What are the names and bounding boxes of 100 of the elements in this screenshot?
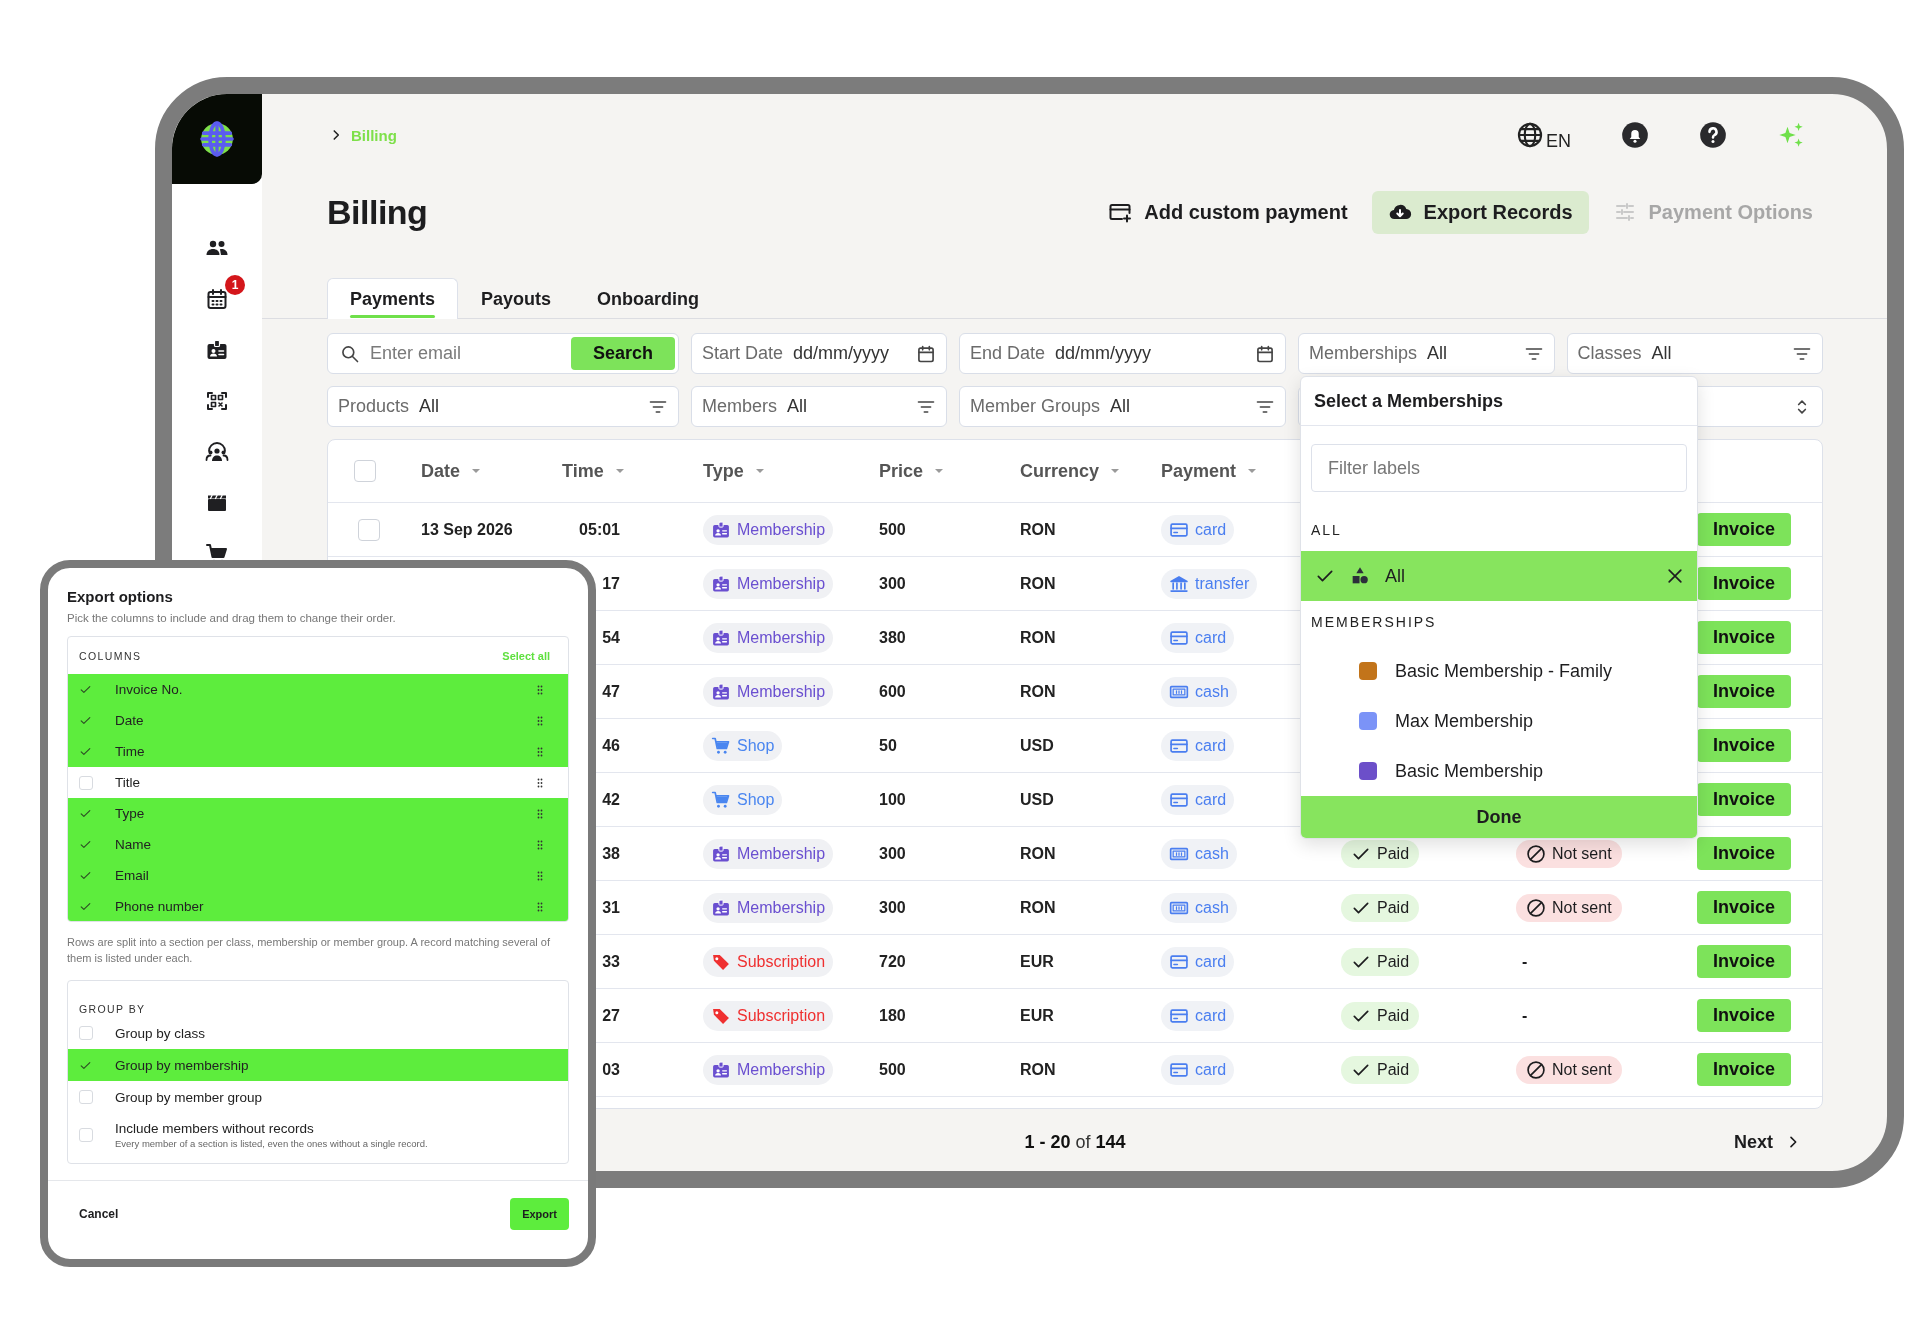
column-header[interactable]: Time [562, 460, 628, 482]
next-button[interactable]: Next [1734, 1131, 1801, 1153]
action-button[interactable]: Add custom payment [1108, 190, 1348, 234]
column-option[interactable]: Type [68, 798, 568, 829]
section-heading: COLUMNS [79, 649, 142, 662]
column-header[interactable]: Payment [1161, 460, 1261, 482]
invoice-button[interactable]: Invoice [1697, 729, 1792, 762]
language-button[interactable]: EN [1516, 121, 1571, 149]
search-field[interactable]: Enter email Search [327, 333, 679, 374]
checkbox[interactable] [79, 775, 93, 790]
date-field[interactable]: Start Date dd/mm/yyyy [691, 333, 947, 374]
payment-tag: card [1161, 784, 1235, 815]
invoice-button[interactable]: Invoice [1697, 945, 1792, 978]
cart-icon [711, 735, 731, 756]
clear-button[interactable] [1665, 566, 1685, 586]
paid-status: Paid [1341, 893, 1420, 922]
checkbox[interactable] [79, 1026, 93, 1040]
checkbox[interactable] [79, 1090, 93, 1104]
table-cell: 500 [879, 1060, 906, 1079]
column-option[interactable]: Email [68, 860, 568, 891]
table-cell: EUR [1020, 952, 1054, 971]
prohibited-icon [1526, 843, 1546, 864]
dialog-subtitle: Pick the columns to include and drag them to change their order. [67, 612, 397, 624]
column-option[interactable]: Time [68, 736, 568, 767]
tab[interactable]: Onboarding [574, 278, 723, 319]
id-badge-icon [711, 1059, 731, 1080]
filter-input[interactable]: Filter labels [1311, 444, 1687, 492]
invoice-button[interactable]: Invoice [1697, 621, 1792, 654]
payment-tag: card [1161, 946, 1235, 977]
column-option[interactable]: Invoice No. [68, 674, 568, 705]
checkbox[interactable] [354, 460, 376, 482]
column-header[interactable]: Currency [1020, 460, 1124, 482]
invoice-button[interactable]: Invoice [1697, 513, 1792, 546]
search-button[interactable]: Search [570, 337, 675, 370]
table-cell-text: 27 [601, 1006, 620, 1025]
invoice-button[interactable]: Invoice [1697, 837, 1792, 870]
invoice-button[interactable]: Invoice [1697, 1053, 1792, 1086]
globe-icon [1516, 121, 1544, 149]
checkbox[interactable] [358, 518, 380, 541]
group-option[interactable]: Group by member group [68, 1081, 568, 1113]
table-cell: RON [1020, 1060, 1056, 1079]
option-item[interactable]: Max Membership [1301, 696, 1697, 746]
filter-dropdown[interactable]: Products All [327, 386, 679, 427]
column-option[interactable]: Name [68, 829, 568, 860]
table-cell: 500 [879, 520, 906, 539]
column-header[interactable]: Price [879, 460, 948, 482]
payment-tag: card [1161, 730, 1235, 761]
group-option[interactable]: Include members without records Every member of a section is listed, even the ones without a single record. [68, 1113, 568, 1157]
id-badge-icon [205, 337, 229, 362]
table-cell: 100 [879, 790, 906, 809]
invoice-button[interactable]: Invoice [1697, 675, 1792, 708]
page-title: Billing [327, 192, 429, 232]
done-button[interactable]: Done [1301, 796, 1697, 838]
table-cell: 180 [879, 1006, 906, 1025]
export-button[interactable]: Export [510, 1198, 569, 1230]
type-tag: Shop [703, 730, 783, 761]
check-icon [79, 869, 92, 882]
column-header[interactable]: Type [703, 460, 768, 482]
column-option[interactable]: Date [68, 705, 568, 736]
column-option[interactable]: Phone number [68, 891, 568, 921]
table-cell-text: 42 [601, 790, 620, 809]
payment-tag: transfer [1161, 568, 1258, 599]
invoice-button[interactable]: Invoice [1697, 999, 1792, 1032]
cancel-button[interactable]: Cancel [67, 1207, 119, 1221]
group-option[interactable]: Group by membership [68, 1049, 568, 1081]
filter-dropdown[interactable]: Memberships All [1298, 333, 1555, 374]
group-option[interactable]: Group by class [68, 1017, 568, 1049]
option-item[interactable]: All [1301, 551, 1697, 601]
filter-dropdown[interactable]: Classes All [1566, 333, 1823, 374]
prohibited-icon [1526, 1059, 1546, 1080]
help-button[interactable] [1699, 121, 1727, 149]
date-field[interactable]: End Date dd/mm/yyyy [959, 333, 1286, 374]
table-cell: RON [1020, 682, 1056, 701]
table-cell: RON [1020, 844, 1056, 863]
invoice-status: Not sent [1516, 839, 1622, 868]
payment-tag: cash [1161, 676, 1237, 707]
check-icon [79, 807, 92, 820]
dropdown-title: Select a Memberships [1301, 377, 1697, 426]
filter-dropdown[interactable]: Members All [691, 386, 947, 427]
invoice-button[interactable]: Invoice [1697, 891, 1792, 924]
check-icon [79, 900, 92, 913]
tab[interactable]: Payments [327, 278, 459, 319]
action-button[interactable]: Export Records [1371, 190, 1589, 234]
close-icon [1665, 566, 1685, 586]
paid-status: Paid [1341, 1001, 1420, 1030]
option-item[interactable]: Basic Membership - Family [1301, 646, 1697, 696]
table-cell: USD [1020, 790, 1054, 809]
notifications-button[interactable] [1621, 121, 1649, 149]
tab[interactable]: Payouts [458, 278, 575, 319]
invoice-button[interactable]: Invoice [1697, 783, 1792, 816]
invoice-button[interactable]: Invoice [1697, 567, 1792, 600]
id-badge-icon [711, 519, 731, 540]
filter-dropdown[interactable]: Member Groups All [959, 386, 1286, 427]
payment-tag: cash [1161, 838, 1237, 869]
table-cell-text: 54 [601, 628, 620, 647]
column-header[interactable]: Date [421, 460, 484, 482]
column-option[interactable]: Title [68, 767, 568, 798]
checkbox[interactable] [79, 1128, 93, 1142]
id-badge-icon [711, 627, 731, 648]
option-item[interactable]: Basic Membership [1301, 746, 1697, 796]
